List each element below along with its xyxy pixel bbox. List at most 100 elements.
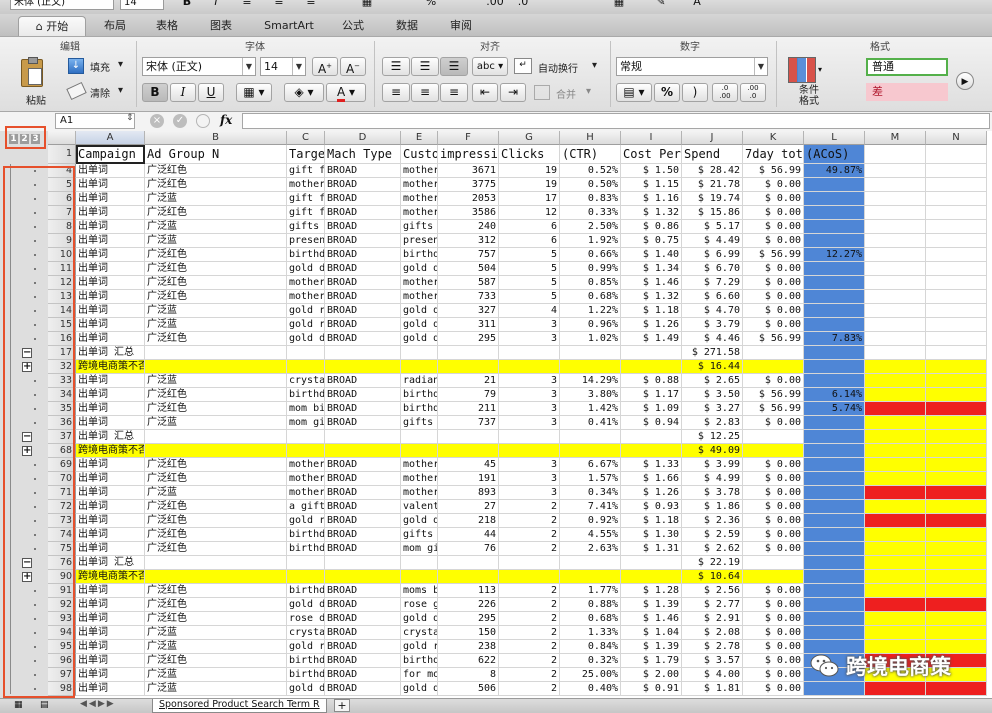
table-cell[interactable] [926,402,987,416]
table-cell[interactable]: mother [401,206,438,220]
table-cell[interactable]: gold d [401,262,438,276]
table-cell[interactable]: $ 28.42 [682,164,743,178]
table-cell[interactable]: 广泛蓝 [145,416,287,430]
table-cell[interactable]: 广泛蓝 [145,640,287,654]
table-cell[interactable]: mom gi [401,542,438,556]
font-size-select[interactable]: 14 ▼ [260,57,306,76]
table-cell[interactable]: 0.84% [560,640,621,654]
table-cell[interactable]: $ 1.46 [621,276,682,290]
table-cell[interactable]: 广泛红色 [145,262,287,276]
table-cell[interactable]: rose g [401,598,438,612]
table-cell[interactable]: BROAD [325,584,401,598]
table-cell[interactable]: mother [287,276,325,290]
table-cell[interactable]: mother [401,290,438,304]
table-cell[interactable]: $ 1.17 [621,388,682,402]
table-cell[interactable]: $ 56.99 [743,164,804,178]
table-cell[interactable]: gifts [287,220,325,234]
table-cell[interactable]: 出单词 [76,682,145,696]
table-cell[interactable]: 3.80% [560,388,621,402]
table-cell[interactable]: BROAD [325,654,401,668]
table-cell[interactable] [287,346,325,360]
table-cell[interactable]: 广泛红色 [145,654,287,668]
align-middle-button[interactable]: ☰ [411,57,439,76]
table-cell[interactable]: BROAD [325,276,401,290]
table-cell[interactable]: $ 0.00 [743,668,804,682]
table-cell[interactable]: 出单词 [76,626,145,640]
table-cell[interactable] [287,556,325,570]
table-cell[interactable]: $ 1.33 [621,458,682,472]
table-cell[interactable]: 6.14% [804,388,865,402]
table-cell[interactable] [560,570,621,584]
comma-button[interactable]: ) [682,83,708,102]
table-cell[interactable]: BROAD [325,178,401,192]
table-cell[interactable] [865,598,926,612]
table-cell[interactable]: $ 0.00 [743,584,804,598]
table-cell[interactable]: BROAD [325,304,401,318]
table-cell[interactable] [804,486,865,500]
table-cell[interactable]: 广泛红色 [145,332,287,346]
table-cell[interactable]: $ 2.62 [682,542,743,556]
paste-button[interactable] [18,57,46,87]
table-cell[interactable]: gold d [287,262,325,276]
align-right-button[interactable]: ≡ [440,83,468,102]
table-cell[interactable] [145,430,287,444]
table-cell[interactable]: 广泛红色 [145,206,287,220]
table-cell[interactable]: 17 [499,192,560,206]
table-cell[interactable]: $ 0.75 [621,234,682,248]
table-cell[interactable]: gifts [401,220,438,234]
table-cell[interactable]: presen [401,234,438,248]
table-cell[interactable]: gifts [401,528,438,542]
table-cell[interactable]: 4 [499,304,560,318]
table-cell[interactable]: 3 [499,402,560,416]
table-cell[interactable] [926,374,987,388]
table-cell[interactable]: gold r [287,514,325,528]
table-cell[interactable] [865,514,926,528]
table-cell[interactable] [865,528,926,542]
align-bottom-button[interactable]: ☰ [440,57,468,76]
table-cell[interactable]: birthd [401,248,438,262]
table-cell[interactable]: 出单词 [76,514,145,528]
table-cell[interactable] [743,430,804,444]
table-cell[interactable] [804,360,865,374]
table-cell[interactable]: 3 [499,374,560,388]
table-cell[interactable]: gift f [287,206,325,220]
table-cell[interactable]: gold r [287,318,325,332]
table-cell[interactable]: $ 0.00 [743,262,804,276]
table-cell[interactable] [865,626,926,640]
table-cell[interactable]: $ 1.81 [682,682,743,696]
table-cell[interactable]: radian [401,374,438,388]
table-cell[interactable]: $ 5.17 [682,220,743,234]
table-cell[interactable]: $ 21.78 [682,178,743,192]
table-cell[interactable]: BROAD [325,318,401,332]
table-cell[interactable] [926,388,987,402]
table-cell[interactable]: rose d [287,612,325,626]
table-cell[interactable] [804,430,865,444]
table-cell[interactable]: 广泛红色 [145,164,287,178]
table-cell[interactable]: 2 [499,598,560,612]
table-cell[interactable] [865,584,926,598]
column-header-F[interactable]: F [438,131,499,145]
table-cell[interactable]: gold d [401,318,438,332]
column-header-B[interactable]: B [145,131,287,145]
table-cell[interactable]: 广泛红色 [145,178,287,192]
table-cell[interactable]: 312 [438,234,499,248]
table-cell[interactable]: 出单词 [76,416,145,430]
table-cell[interactable]: $ 1.09 [621,402,682,416]
table-cell[interactable]: 广泛红色 [145,290,287,304]
table-cell[interactable]: $ 0.00 [743,416,804,430]
table-cell[interactable] [804,542,865,556]
table-cell[interactable]: $ 0.00 [743,178,804,192]
table-cell[interactable]: 广泛蓝 [145,626,287,640]
table-cell[interactable]: birthd [287,248,325,262]
table-cell[interactable]: 出单词 [76,472,145,486]
table-cell[interactable]: mother [287,178,325,192]
table-cell[interactable]: 广泛蓝 [145,668,287,682]
align-center-button[interactable]: ≡ [411,83,439,102]
table-cell[interactable]: 出单词 [76,206,145,220]
table-cell[interactable]: $ 56.99 [743,332,804,346]
table-cell[interactable]: 广泛蓝 [145,192,287,206]
table-cell[interactable] [438,570,499,584]
toolbar-dec-icon[interactable]: .00 [484,0,506,10]
table-cell[interactable] [804,500,865,514]
table-cell[interactable] [865,402,926,416]
